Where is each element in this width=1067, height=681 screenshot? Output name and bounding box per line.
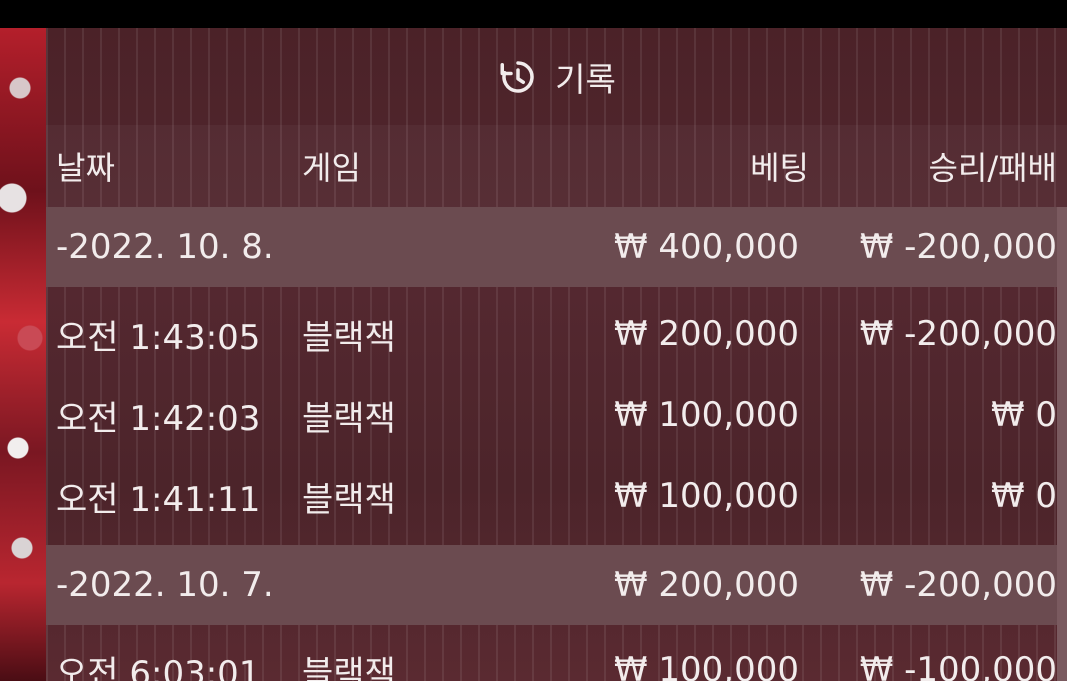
row-result: ₩ 0 — [990, 476, 1057, 516]
row-time: 오전 1:42:03 — [56, 398, 261, 439]
background-game-table — [0, 28, 46, 681]
row-date: -2022. 10. 7. — [56, 565, 274, 605]
table-row[interactable]: 오전 1:43:05 블랙잭 ₩ 200,000 ₩ -200,000 — [46, 294, 1057, 374]
top-bar — [0, 0, 1067, 28]
column-result: 승리/패배 — [928, 149, 1057, 187]
column-bet: 베팅 — [750, 149, 809, 187]
history-icon — [500, 60, 534, 93]
row-bet: ₩ 400,000 — [613, 227, 799, 267]
row-result: ₩ -200,000 — [859, 314, 1057, 354]
row-bet: ₩ 100,000 — [613, 476, 799, 516]
row-bet: ₩ 200,000 — [613, 565, 799, 605]
row-game: 블랙잭 — [302, 479, 396, 520]
column-game: 게임 — [302, 149, 361, 187]
row-result: ₩ 0 — [990, 395, 1057, 435]
row-time: 오전 6:03:01 — [56, 653, 261, 681]
row-bet: ₩ 100,000 — [613, 395, 799, 435]
row-bet: ₩ 100,000 — [613, 650, 799, 681]
row-result: ₩ -200,000 — [859, 565, 1057, 605]
row-game: 블랙잭 — [302, 653, 396, 681]
row-game: 블랙잭 — [302, 317, 396, 358]
table-row[interactable]: 오전 1:42:03 블랙잭 ₩ 100,000 ₩ 0 — [46, 375, 1057, 455]
column-header-row: 날짜 게임 베팅 승리/패배 — [46, 125, 1067, 207]
row-time: 오전 1:41:11 — [56, 479, 261, 520]
row-result: ₩ -100,000 — [859, 650, 1057, 681]
date-group-row[interactable]: -2022. 10. 8. ₩ 400,000 ₩ -200,000 — [46, 207, 1057, 287]
scrollbar[interactable] — [1057, 207, 1067, 681]
table-row[interactable]: 오전 1:41:11 블랙잭 ₩ 100,000 ₩ 0 — [46, 456, 1057, 536]
history-panel: 기록 날짜 게임 베팅 승리/패배 -2022. 10. 8. ₩ 400,00… — [46, 28, 1067, 681]
history-title: 기록 — [555, 59, 616, 99]
row-time: 오전 1:43:05 — [56, 317, 261, 358]
history-header: 기록 — [46, 28, 1067, 125]
row-result: ₩ -200,000 — [859, 227, 1057, 267]
row-game: 블랙잭 — [302, 398, 396, 439]
column-date: 날짜 — [56, 149, 115, 187]
table-row[interactable]: 오전 6:03:01 블랙잭 ₩ 100,000 ₩ -100,000 — [46, 630, 1057, 681]
row-bet: ₩ 200,000 — [613, 314, 799, 354]
row-date: -2022. 10. 8. — [56, 227, 274, 267]
date-group-row[interactable]: -2022. 10. 7. ₩ 200,000 ₩ -200,000 — [46, 545, 1057, 625]
